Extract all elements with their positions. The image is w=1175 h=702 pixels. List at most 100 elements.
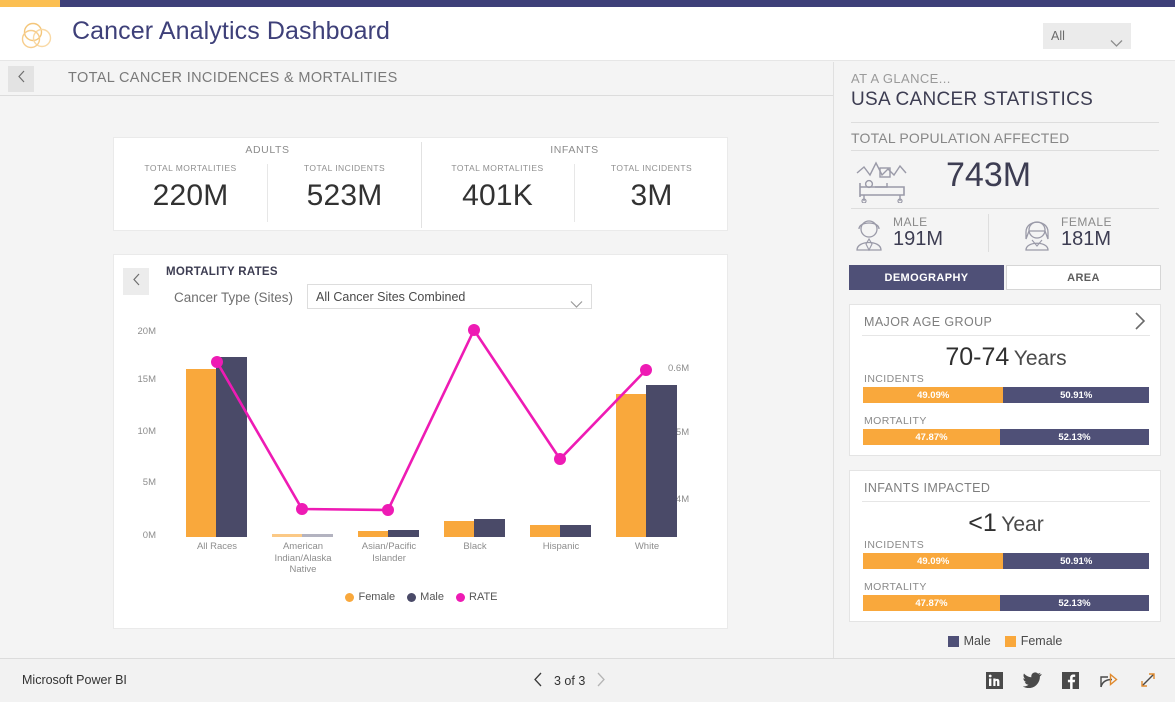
legend-swatch-icon xyxy=(456,593,465,602)
female-stat: FEMALE 181M xyxy=(1019,215,1164,257)
infant-age-unit: Year xyxy=(1001,513,1043,536)
linkedin-icon[interactable] xyxy=(986,672,1003,689)
legend-item-male: Male xyxy=(948,634,991,648)
x-axis-label: Black xyxy=(432,541,518,553)
female-label: FEMALE xyxy=(1061,215,1112,229)
facebook-icon[interactable] xyxy=(1062,672,1079,689)
x-axis-label: Asian/Pacific Islander xyxy=(346,541,432,564)
incidents-male-segment: 50.91% xyxy=(1003,387,1149,403)
x-axis-label: White xyxy=(604,541,690,553)
card-big-value: 70-74 Years xyxy=(850,343,1162,372)
chevron-left-icon[interactable] xyxy=(533,672,543,690)
legend-item-female[interactable]: Female xyxy=(345,591,395,603)
top-accent-bar xyxy=(0,0,1175,7)
at-a-glance-panel: AT A GLANCE... USA CANCER STATISTICS TOT… xyxy=(833,62,1175,658)
kpi-infant-mortalities: TOTAL MORTALITIES 401K xyxy=(421,163,574,231)
total-population-value: 743M xyxy=(946,156,1031,195)
legend-swatch-icon xyxy=(948,636,959,647)
incidents-male-segment: 50.91% xyxy=(1003,553,1149,569)
kpi-value: 220M xyxy=(114,179,267,213)
card-heading: MAJOR AGE GROUP xyxy=(864,315,992,329)
x-axis-label: Hispanic xyxy=(518,541,604,553)
legend-swatch-icon xyxy=(407,593,416,602)
power-bi-report: Cancer Analytics Dashboard All TOTAL CAN… xyxy=(0,0,1175,702)
kpi-label: TOTAL INCIDENTS xyxy=(268,163,421,173)
incidents-female-segment: 49.09% xyxy=(863,553,1003,569)
mortality-label: MORTALITY xyxy=(864,415,927,427)
kpi-group-label-infants: INFANTS xyxy=(421,144,728,156)
card-divider xyxy=(862,501,1150,502)
rate-line-series xyxy=(114,319,729,569)
brand-label: Microsoft Power BI xyxy=(22,673,127,687)
fullscreen-icon[interactable] xyxy=(1139,671,1157,689)
male-avatar-icon xyxy=(851,217,887,258)
male-stat: MALE 191M xyxy=(851,215,991,257)
share-toolbar xyxy=(986,671,1157,689)
kpi-label: TOTAL MORTALITIES xyxy=(421,163,574,173)
female-avatar-icon xyxy=(1019,217,1055,258)
cancer-type-dropdown[interactable]: All Cancer Sites Combined xyxy=(307,284,592,309)
kpi-label: TOTAL INCIDENTS xyxy=(575,163,728,173)
legend-label: Female xyxy=(358,591,395,603)
kpi-value: 401K xyxy=(421,179,574,213)
legend-label: Male xyxy=(420,591,444,603)
panel-divider xyxy=(851,150,1159,151)
infant-age-number: <1 xyxy=(968,509,997,537)
twitter-icon[interactable] xyxy=(1023,672,1042,688)
mortality-split-bar[interactable]: 47.87% 52.13% xyxy=(863,429,1149,445)
incidents-split-bar[interactable]: 49.09% 50.91% xyxy=(863,553,1149,569)
legend-label: Female xyxy=(1021,634,1063,648)
page-indicator: 3 of 3 xyxy=(554,674,585,688)
mortality-male-segment: 52.13% xyxy=(1000,429,1149,445)
report-filter-value: All xyxy=(1051,29,1065,43)
report-subheader: TOTAL CANCER INCIDENCES & MORTALITIES xyxy=(0,62,833,96)
tab-label: AREA xyxy=(1067,272,1100,284)
three-circles-logo xyxy=(17,21,65,51)
incidents-split-bar[interactable]: 49.09% 50.91% xyxy=(863,387,1149,403)
mortality-female-segment: 47.87% xyxy=(863,595,1000,611)
share-icon[interactable] xyxy=(1099,671,1119,689)
female-value: 181M xyxy=(1061,228,1111,251)
infants-impacted-card: INFANTS IMPACTED <1 Year INCIDENTS 49.09… xyxy=(849,470,1161,622)
male-label: MALE xyxy=(893,215,928,229)
panel-divider xyxy=(851,208,1159,209)
page-navigation: 3 of 3 xyxy=(533,672,606,690)
chevron-left-icon xyxy=(17,70,26,88)
chart-title: MORTALITY RATES xyxy=(166,266,278,278)
chevron-right-icon[interactable] xyxy=(596,672,606,690)
incidents-label: INCIDENTS xyxy=(864,373,924,385)
incidents-label: INCIDENTS xyxy=(864,539,924,551)
x-axis-label: American Indian/Alaska Native xyxy=(260,541,346,576)
tab-label: DEMOGRAPHY xyxy=(884,272,968,284)
chevron-right-icon[interactable] xyxy=(1132,310,1148,337)
tab-area[interactable]: AREA xyxy=(1006,265,1161,290)
chart-filter-label: Cancer Type (Sites) xyxy=(174,290,293,305)
total-population-label: TOTAL POPULATION AFFECTED xyxy=(851,130,1069,146)
card-heading: INFANTS IMPACTED xyxy=(864,481,990,495)
kpi-adult-mortalities: TOTAL MORTALITIES 220M xyxy=(114,163,267,231)
mortality-split-bar[interactable]: 47.87% 52.13% xyxy=(863,595,1149,611)
kpi-value: 3M xyxy=(575,179,728,213)
legend-item-rate[interactable]: RATE xyxy=(456,591,498,603)
kpi-value: 523M xyxy=(268,179,421,213)
legend-swatch-icon xyxy=(345,593,354,602)
glance-title: USA CANCER STATISTICS xyxy=(851,89,1093,111)
legend-item-male[interactable]: Male xyxy=(407,591,444,603)
status-bar: Microsoft Power BI 3 of 3 xyxy=(0,658,1175,702)
chevron-down-icon xyxy=(1110,31,1123,57)
subheader-back-button[interactable] xyxy=(8,66,34,92)
chart-plot-area: 20M 15M 10M 5M 0M 0.6M 0.5M 0.4M xyxy=(114,319,729,569)
glance-eyebrow: AT A GLANCE... xyxy=(851,71,951,86)
mortality-label: MORTALITY xyxy=(864,581,927,593)
report-filter-dropdown[interactable]: All xyxy=(1043,23,1131,49)
male-female-divider xyxy=(988,214,989,252)
card-big-value: <1 Year xyxy=(850,509,1162,538)
tab-demography[interactable]: DEMOGRAPHY xyxy=(849,265,1004,290)
male-value: 191M xyxy=(893,228,943,251)
card-divider xyxy=(862,335,1150,336)
mortality-male-segment: 52.13% xyxy=(1000,595,1149,611)
chart-back-button[interactable] xyxy=(123,268,149,295)
mortality-female-segment: 47.87% xyxy=(863,429,1000,445)
kpi-adult-incidents: TOTAL INCIDENTS 523M xyxy=(268,163,421,231)
panel-legend: Male Female xyxy=(834,634,1175,648)
